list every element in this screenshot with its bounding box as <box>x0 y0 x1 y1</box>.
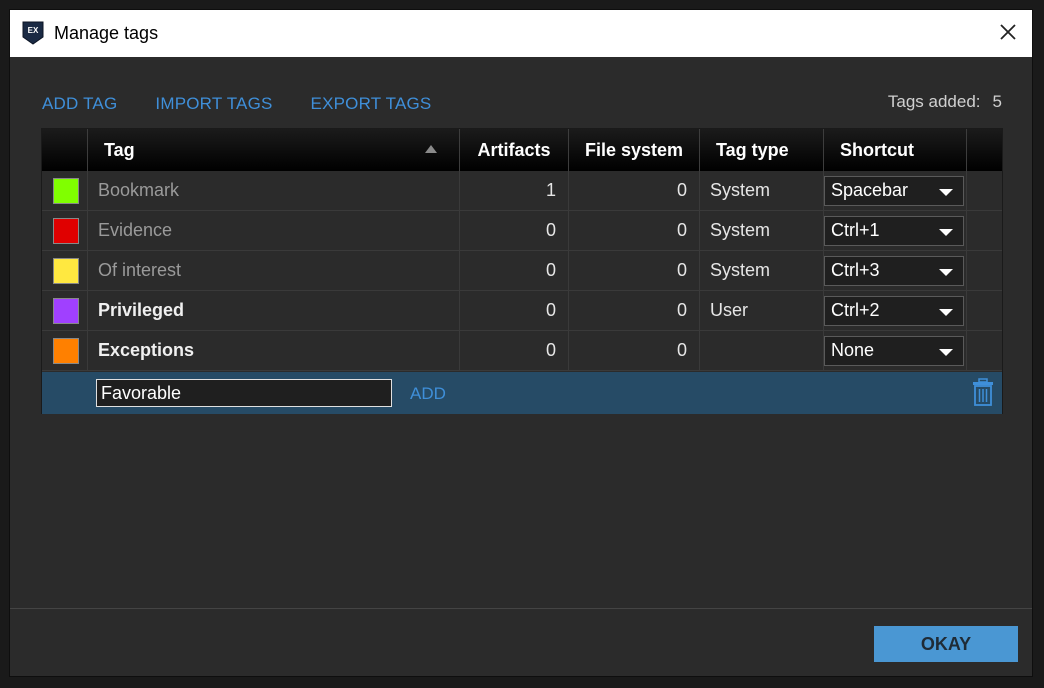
table-row[interactable]: Exceptions 0 0 None <box>42 331 1002 371</box>
shortcut-value: Ctrl+3 <box>831 260 880 280</box>
shortcut-dropdown[interactable]: None <box>824 335 964 366</box>
table-row[interactable]: Privileged 0 0 User Ctrl+2 <box>42 291 1002 331</box>
column-header-tag-type[interactable]: Tag type <box>700 129 824 171</box>
filler-cell <box>967 251 1002 290</box>
tag-type-cell: System <box>700 251 824 290</box>
app-logo-text: EX <box>28 26 39 35</box>
shortcut-cell: None <box>824 331 967 370</box>
chevron-down-icon <box>939 308 953 316</box>
table-row[interactable]: Evidence 0 0 System Ctrl+1 <box>42 211 1002 251</box>
chevron-down-icon <box>939 268 953 276</box>
tag-type-cell <box>700 331 824 370</box>
shortcut-dropdown[interactable]: Ctrl+2 <box>824 295 964 326</box>
color-cell <box>42 291 88 330</box>
chevron-down-icon <box>939 348 953 356</box>
tag-color-swatch[interactable] <box>53 257 79 284</box>
column-header-label: Tag <box>104 139 135 160</box>
shortcut-value: None <box>831 340 875 360</box>
chevron-down-icon <box>939 228 953 236</box>
artifacts-cell: 0 <box>460 211 569 250</box>
new-tag-name-input[interactable] <box>96 379 392 407</box>
trash-icon[interactable] <box>972 378 994 406</box>
filler-column-header <box>967 129 1002 171</box>
footer-divider <box>10 608 1032 609</box>
file-system-cell: 0 <box>569 211 700 250</box>
tag-color-swatch[interactable] <box>53 297 79 324</box>
tag-name-cell: Evidence <box>88 211 460 250</box>
artifacts-cell: 0 <box>460 251 569 290</box>
tag-color-swatch[interactable] <box>53 177 79 204</box>
okay-button[interactable]: OKAY <box>874 626 1018 662</box>
color-column-header <box>42 129 88 171</box>
shortcut-cell: Ctrl+3 <box>824 251 967 290</box>
tags-added-count: 5 <box>992 92 1002 111</box>
tags-added-counter: Tags added: 5 <box>888 92 1002 112</box>
file-system-cell: 0 <box>569 171 700 210</box>
close-icon[interactable] <box>996 20 1020 44</box>
column-header-file-system[interactable]: File system <box>569 129 700 171</box>
add-tag-link[interactable]: ADD TAG <box>42 94 117 116</box>
chevron-down-icon <box>939 188 953 196</box>
import-tags-link[interactable]: IMPORT TAGS <box>155 94 272 116</box>
shortcut-value: Spacebar <box>831 180 909 200</box>
tag-name-cell: Exceptions <box>88 331 460 370</box>
tag-type-cell: User <box>700 291 824 330</box>
shortcut-cell: Spacebar <box>824 171 967 210</box>
column-header-label: Tag type <box>716 139 789 160</box>
color-cell <box>42 171 88 210</box>
sort-ascending-icon <box>425 145 437 153</box>
file-system-cell: 0 <box>569 251 700 290</box>
table-header: Tag Artifacts File system Tag type Short… <box>42 129 1002 171</box>
tag-color-swatch[interactable] <box>53 337 79 364</box>
shortcut-cell: Ctrl+1 <box>824 211 967 250</box>
export-tags-link[interactable]: EXPORT TAGS <box>311 94 432 116</box>
tag-color-swatch[interactable] <box>53 217 79 244</box>
filler-cell <box>967 171 1002 210</box>
column-header-tag[interactable]: Tag <box>88 129 460 171</box>
column-header-label: Artifacts <box>477 139 551 160</box>
shortcut-cell: Ctrl+2 <box>824 291 967 330</box>
tag-type-cell: System <box>700 171 824 210</box>
color-cell <box>42 251 88 290</box>
tag-type-cell: System <box>700 211 824 250</box>
color-cell <box>42 331 88 370</box>
table-row[interactable]: Bookmark 1 0 System Spacebar <box>42 171 1002 211</box>
tag-name-cell: Of interest <box>88 251 460 290</box>
column-header-label: Shortcut <box>840 139 914 160</box>
shortcut-dropdown[interactable]: Ctrl+3 <box>824 255 964 286</box>
color-cell <box>42 211 88 250</box>
filler-cell <box>967 331 1002 370</box>
window-title: Manage tags <box>54 23 159 43</box>
shortcut-dropdown[interactable]: Ctrl+1 <box>824 215 964 246</box>
file-system-cell: 0 <box>569 291 700 330</box>
app-logo-icon: EX <box>22 21 44 45</box>
shortcut-value: Ctrl+2 <box>831 300 880 320</box>
add-new-tag-button[interactable]: ADD <box>410 384 446 404</box>
filler-cell <box>967 211 1002 250</box>
column-header-shortcut[interactable]: Shortcut <box>824 129 967 171</box>
shortcut-dropdown[interactable]: Spacebar <box>824 175 964 206</box>
artifacts-cell: 0 <box>460 331 569 370</box>
new-tag-row: ADD <box>42 372 1002 414</box>
tag-name-cell: Bookmark <box>88 171 460 210</box>
filler-cell <box>967 291 1002 330</box>
column-header-label: File system <box>584 139 684 160</box>
manage-tags-dialog: EX Manage tags ADD TAG IMPORT TAGS EXPOR… <box>9 9 1033 677</box>
artifacts-cell: 0 <box>460 291 569 330</box>
tags-added-label: Tags added: <box>887 92 981 111</box>
table-row[interactable]: Of interest 0 0 System Ctrl+3 <box>42 251 1002 291</box>
shortcut-value: Ctrl+1 <box>831 220 880 240</box>
column-header-artifacts[interactable]: Artifacts <box>460 129 569 171</box>
tag-name-cell: Privileged <box>88 291 460 330</box>
toolbar: ADD TAG IMPORT TAGS EXPORT TAGS <box>42 94 431 116</box>
tags-table: Tag Artifacts File system Tag type Short… <box>41 128 1003 414</box>
artifacts-cell: 1 <box>460 171 569 210</box>
file-system-cell: 0 <box>569 331 700 370</box>
title-bar: EX Manage tags <box>10 10 1032 57</box>
